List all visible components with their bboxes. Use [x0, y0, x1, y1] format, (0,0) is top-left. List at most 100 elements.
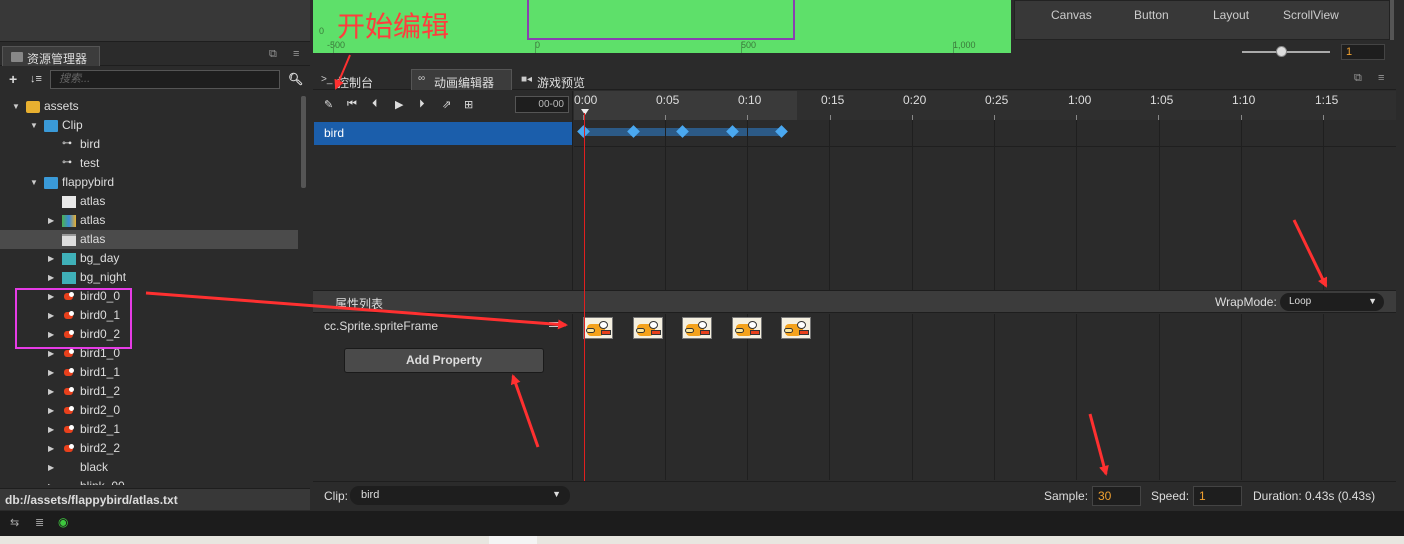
tree-item[interactable]: ⊶ bird — [0, 135, 298, 154]
wrapmode-select[interactable]: Loop ▼ — [1280, 293, 1384, 311]
add-asset-button[interactable]: + — [9, 71, 17, 87]
timeline-ruler[interactable]: 0:00 0:05 0:10 0:15 0:20 0:25 1:00 1:05 … — [574, 91, 1396, 120]
widget-scrollview[interactable]: ScrollView — [1283, 8, 1339, 22]
collapsed-arrow-icon[interactable]: ▶ — [48, 458, 54, 477]
connection-eye-icon[interactable]: ◉ — [58, 515, 68, 529]
open-external-icon[interactable]: ⇗ — [442, 98, 451, 111]
current-time-input[interactable]: 00-00 — [515, 96, 569, 113]
edit-mode-icon[interactable]: ✎ — [324, 98, 333, 111]
collapsed-arrow-icon[interactable]: ▶ — [48, 363, 54, 382]
tree-item[interactable]: ▶ bird2_0 — [0, 401, 298, 420]
widgets-scrollbar[interactable] — [1390, 0, 1394, 40]
sprite-frame-keyframe[interactable] — [731, 317, 762, 339]
anim-footer: Clip: bird ▼ Sample: 30 Speed: 1 Duratio… — [313, 481, 1396, 509]
tree-item[interactable]: ▶ atlas — [0, 211, 298, 230]
bird-sprite-icon — [62, 386, 76, 398]
property-name[interactable]: cc.Sprite.spriteFrame — [324, 319, 438, 333]
time-label: 0:10 — [738, 93, 762, 107]
collapsed-arrow-icon[interactable]: ▶ — [48, 211, 54, 230]
grid-line — [829, 314, 830, 480]
tree-item[interactable]: ▶ black — [0, 458, 298, 477]
collapsed-arrow-icon[interactable]: ▶ — [48, 401, 54, 420]
collapsed-arrow-icon[interactable]: ▶ — [48, 420, 54, 439]
grid-line — [747, 120, 748, 290]
keyframe-track-area[interactable] — [574, 120, 1396, 290]
panel-menu-icon[interactable]: ≡ — [293, 48, 299, 60]
expanded-arrow-icon[interactable]: ▼ — [30, 173, 38, 192]
tree-item[interactable]: ▼ Clip — [0, 116, 298, 135]
expanded-arrow-icon[interactable]: ▼ — [30, 116, 38, 135]
sprite-frame-keyframe[interactable] — [682, 317, 712, 339]
sprite-frame-keyframe[interactable] — [781, 317, 811, 339]
playhead-line[interactable] — [584, 113, 585, 481]
tree-item[interactable]: ▶ bird2_1 — [0, 420, 298, 439]
assets-search-input[interactable]: 搜索... — [50, 70, 280, 89]
tree-item[interactable]: ▶ bg_day — [0, 249, 298, 268]
anim-clip-icon: ⊶ — [62, 138, 72, 149]
collapsed-arrow-icon[interactable]: ▶ — [48, 268, 54, 287]
node-row-bird[interactable]: bird — [314, 122, 572, 145]
tree-item[interactable]: ▼ assets — [0, 97, 298, 116]
expanded-arrow-icon[interactable]: ▼ — [12, 97, 20, 116]
property-track-area[interactable] — [574, 314, 1396, 480]
tab-game-preview[interactable]: ■◂ 游戏预览 — [514, 69, 610, 90]
collapsed-arrow-icon[interactable]: ▶ — [48, 439, 54, 458]
collapsed-arrow-icon[interactable]: ▶ — [48, 249, 54, 268]
tab-console[interactable]: >_ 控制台 — [314, 69, 410, 90]
zoom-input[interactable]: 1 — [1341, 44, 1385, 60]
tree-item[interactable]: atlas — [0, 230, 298, 249]
tree-item[interactable]: ▶ bg_night — [0, 268, 298, 287]
playhead-handle[interactable] — [581, 109, 589, 115]
tree-item-label: bird2_1 — [80, 422, 121, 436]
sprite-frame-keyframe[interactable] — [583, 317, 613, 339]
jump-first-icon[interactable]: ⏮ — [347, 98, 357, 111]
tab-animation-editor[interactable]: ∞ 动画编辑器 — [411, 69, 512, 90]
time-label: 0:05 — [656, 93, 680, 107]
tree-item[interactable]: ⊶ test — [0, 154, 298, 173]
panel-maximize-icon[interactable]: ⧉ — [269, 48, 277, 61]
collapsed-arrow-icon[interactable]: ▶ — [48, 382, 54, 401]
grid-line — [665, 314, 666, 480]
tree-item[interactable]: atlas — [0, 192, 298, 211]
tree-item[interactable]: ▶ bird2_2 — [0, 439, 298, 458]
assets-scrollbar[interactable] — [301, 96, 306, 188]
clip-select[interactable]: bird ▼ — [350, 486, 570, 505]
widget-layout[interactable]: Layout — [1213, 8, 1249, 22]
tree-item-label: black — [80, 460, 109, 474]
tree-item[interactable]: ▼ flappybird — [0, 173, 298, 192]
time-label: 0:15 — [821, 93, 845, 107]
play-icon[interactable]: ▶ — [395, 98, 403, 111]
property-menu-icon[interactable] — [549, 322, 561, 327]
zoom-slider-knob[interactable] — [1276, 46, 1287, 57]
grid-line — [1241, 120, 1242, 290]
add-event-icon[interactable]: ⊞ — [464, 98, 473, 111]
grid-line — [994, 314, 995, 480]
grid-line — [1241, 314, 1242, 480]
asset-path-bar: db://assets/flappybird/atlas.txt — [0, 488, 310, 510]
tree-item[interactable]: ▶ bird1_1 — [0, 363, 298, 382]
search-icon[interactable]: 🔍︎ — [288, 72, 303, 86]
sync-icon[interactable]: ⇆ — [10, 516, 19, 529]
sort-button[interactable]: ↓≡ — [30, 73, 42, 85]
grid-line — [994, 120, 995, 290]
prev-frame-icon[interactable]: ⏴ — [372, 98, 378, 111]
tree-item[interactable]: ▶ bird1_2 — [0, 382, 298, 401]
tab-preview-label: 游戏预览 — [537, 76, 586, 90]
panel-maximize-icon[interactable]: ⧉ — [1354, 72, 1362, 85]
add-property-button[interactable]: Add Property — [344, 348, 544, 373]
speed-input[interactable]: 1 — [1193, 486, 1242, 506]
bird-sprite-icon — [62, 424, 76, 436]
widget-button[interactable]: Button — [1134, 8, 1169, 22]
next-frame-icon[interactable]: ⏵ — [419, 98, 425, 111]
database-icon[interactable]: ≣ — [35, 516, 44, 529]
canvas-frame — [527, 0, 795, 40]
assets-tab-bar: 资源管理器 ⧉ ≡ — [0, 44, 310, 66]
panel-menu-icon[interactable]: ≡ — [1378, 72, 1384, 84]
preview-icon: ■◂ — [521, 74, 533, 85]
tab-assets-manager[interactable]: 资源管理器 — [2, 46, 100, 66]
collapsed-arrow-icon[interactable]: ▶ — [48, 477, 54, 485]
widget-canvas[interactable]: Canvas — [1051, 8, 1092, 22]
sample-input[interactable]: 30 — [1092, 486, 1141, 506]
tree-item[interactable]: ▶ blink_00 — [0, 477, 298, 485]
sprite-frame-keyframe[interactable] — [632, 317, 663, 339]
